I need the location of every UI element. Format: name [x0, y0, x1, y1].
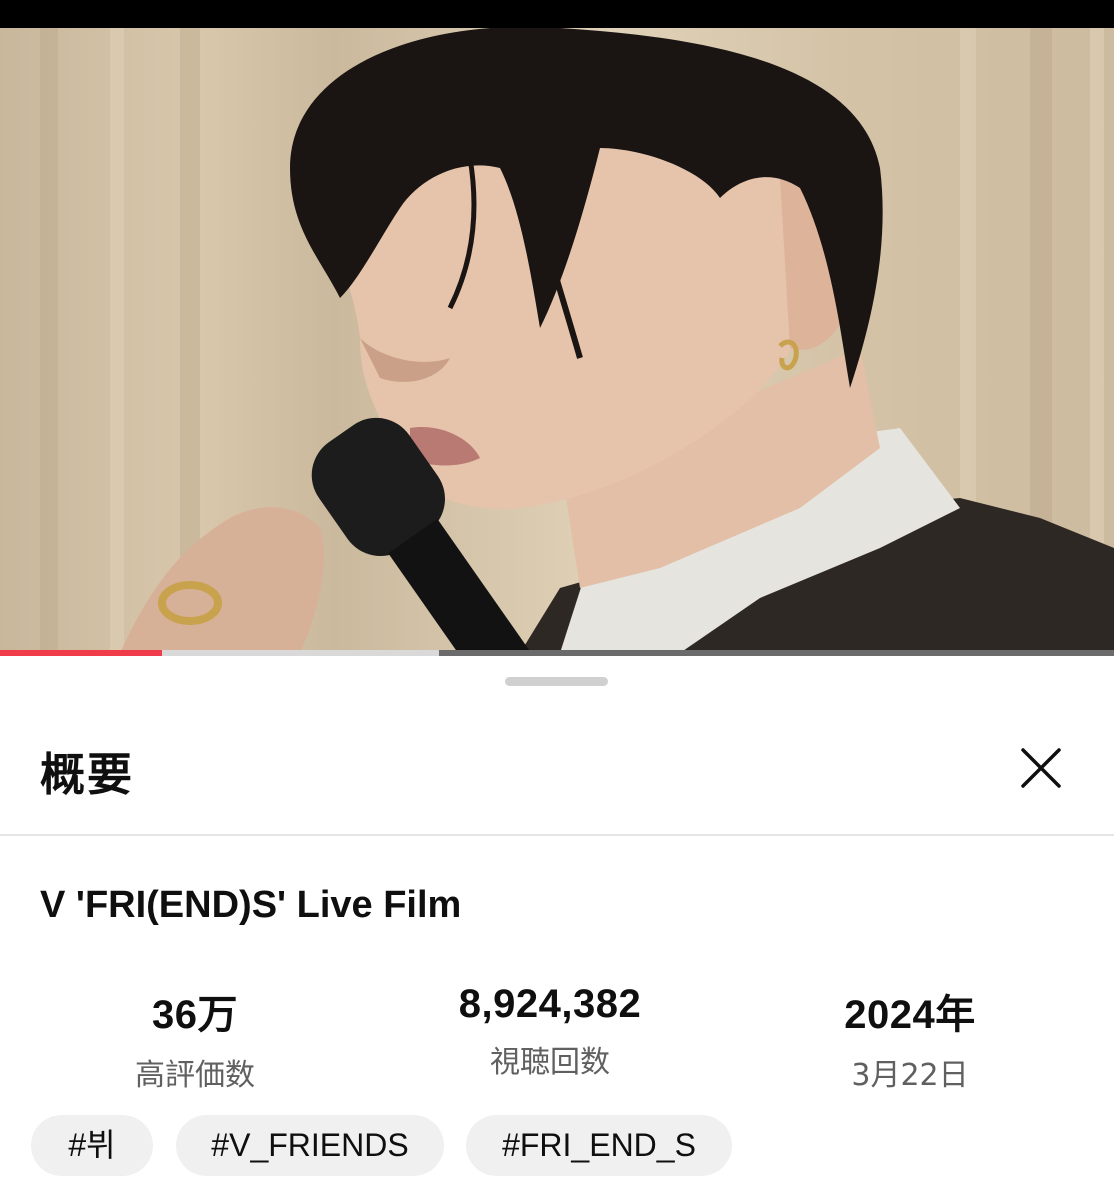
- views-count: 8,924,382: [458, 982, 642, 1026]
- hashtag-chip[interactable]: #V_FRIENDS: [176, 1115, 444, 1176]
- description-sheet: 概要 V 'FRI(END)S' Live Film 36万 高評価数 8,92…: [0, 656, 1114, 1200]
- video-title: V 'FRI(END)S' Live Film: [40, 884, 462, 926]
- publish-year: 2024年: [844, 993, 976, 1037]
- views-label: 視聴回数: [490, 1045, 610, 1080]
- publish-date: 3月22日: [851, 1058, 969, 1093]
- likes-label: 高評価数: [135, 1058, 255, 1093]
- status-bar: [0, 0, 1114, 28]
- video-frame: [40, 28, 1114, 653]
- hashtag-chip[interactable]: #뷔: [31, 1115, 153, 1176]
- stat-views: 8,924,382 視聴回数: [400, 982, 700, 1081]
- stat-date: 2024年 3月22日: [760, 982, 1060, 1094]
- hashtag-chip[interactable]: #FRI_END_S: [466, 1115, 732, 1176]
- stat-likes: 36万 高評価数: [45, 982, 345, 1094]
- header-divider: [0, 834, 1114, 836]
- drag-handle[interactable]: [505, 677, 608, 686]
- sheet-title: 概要: [40, 748, 135, 801]
- close-icon[interactable]: [1015, 742, 1067, 794]
- likes-count: 36万: [152, 993, 238, 1037]
- video-player[interactable]: [0, 28, 1114, 653]
